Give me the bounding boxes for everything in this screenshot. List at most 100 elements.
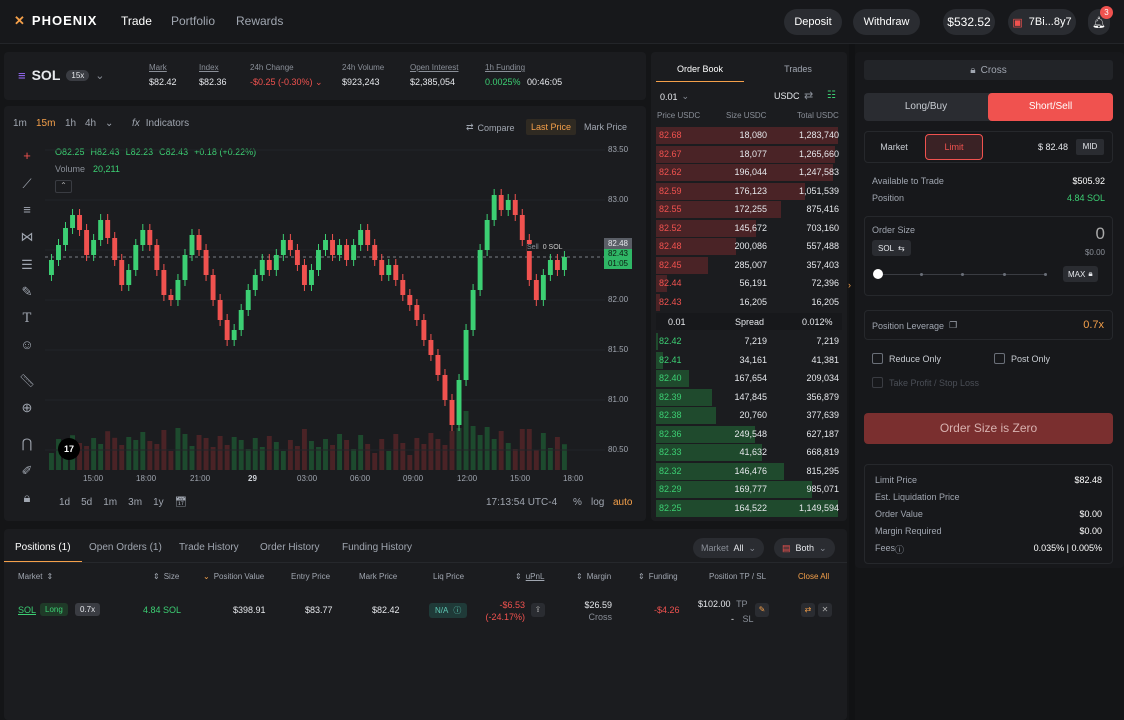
long-buy-button[interactable]: Long/Buy: [864, 93, 988, 121]
ask-row[interactable]: 82.67 18,077 1,265,660: [656, 145, 842, 163]
size-slider-thumb[interactable]: [873, 269, 883, 279]
tab-open-orders[interactable]: Open Orders (1): [89, 542, 162, 553]
bid-row[interactable]: 82.33 41,632 668,819: [656, 444, 842, 461]
ask-row[interactable]: 82.44 56,191 72,396: [656, 275, 842, 292]
pattern-icon[interactable]: ⋈: [17, 229, 37, 249]
bid-row[interactable]: 82.32 146,476 815,295: [656, 462, 842, 480]
mark-price-toggle[interactable]: Mark Price: [584, 122, 627, 132]
swap-icon[interactable]: ⇄: [804, 89, 813, 102]
col-position-value[interactable]: ⌄ Position Value: [203, 572, 264, 581]
col-liq-price[interactable]: Liq Price: [433, 572, 464, 581]
col-margin[interactable]: ⇕ Margin: [576, 572, 611, 581]
tpsl-checkbox[interactable]: [872, 377, 883, 388]
share-pnl-icon[interactable]: ⇪: [531, 603, 545, 617]
col-entry-price[interactable]: Entry Price: [291, 572, 330, 581]
col-upnl[interactable]: ⇕ uPnL: [515, 572, 544, 581]
reverse-position-icon[interactable]: ⇄: [801, 603, 815, 617]
calendar-icon[interactable]: 📅︎: [175, 497, 188, 508]
reduce-only-checkbox[interactable]: [872, 353, 883, 364]
nav-portfolio[interactable]: Portfolio: [171, 14, 215, 28]
short-sell-button[interactable]: Short/Sell: [988, 93, 1113, 121]
tab-order-book[interactable]: Order Book: [656, 64, 744, 74]
bid-row[interactable]: 82.36 249,548 627,187: [656, 425, 842, 443]
post-only-checkbox[interactable]: [994, 353, 1005, 364]
tab-trades[interactable]: Trades: [754, 64, 842, 74]
last-price-toggle[interactable]: Last Price: [526, 119, 577, 135]
range-1y[interactable]: 1y: [153, 497, 164, 508]
bid-row[interactable]: 82.38 20,760 377,639: [656, 407, 842, 424]
lock-icon[interactable]: 🔒︎: [17, 490, 37, 510]
book-layout-icon[interactable]: ☷: [827, 90, 836, 101]
ask-row[interactable]: 82.43 16,205 16,205: [656, 293, 842, 311]
tab-positions[interactable]: Positions (1): [15, 542, 71, 553]
ask-row[interactable]: 82.55 172,255 875,416: [656, 201, 842, 218]
order-type-market[interactable]: Market: [866, 134, 922, 160]
candlestick-chart[interactable]: [45, 140, 605, 470]
ask-row[interactable]: 82.52 145,672 703,160: [656, 219, 842, 237]
market-selector[interactable]: ≡ SOL 15x ⌄: [18, 67, 105, 83]
ask-row[interactable]: 82.59 176,123 1,051,539: [656, 182, 842, 200]
nav-trade[interactable]: Trade: [121, 14, 152, 28]
bid-row[interactable]: 82.42 7,219 7,219: [656, 333, 842, 350]
submit-order-button[interactable]: Order Size is Zero: [864, 413, 1113, 444]
bid-row[interactable]: 82.39 147,845 356,879: [656, 388, 842, 406]
emoji-icon[interactable]: ☺: [17, 337, 37, 357]
trendline-icon[interactable]: ⟋: [17, 176, 37, 196]
limit-price-input[interactable]: $ 82.48: [1000, 142, 1068, 152]
balance-button[interactable]: $532.52: [943, 9, 995, 35]
close-all-button[interactable]: Close All: [798, 572, 829, 581]
currency-toggle[interactable]: USDC: [774, 91, 800, 101]
size-unit-toggle[interactable]: SOL ⇆: [872, 240, 911, 256]
bid-row[interactable]: 82.29 169,777 985,071: [656, 481, 842, 498]
tick-size-select[interactable]: 0.01 ⌄: [660, 91, 689, 102]
edit-tpsl-icon[interactable]: ✎: [755, 603, 769, 617]
col-market[interactable]: Market ⇕: [18, 572, 53, 581]
position-market-link[interactable]: SOL: [18, 605, 36, 615]
withdraw-button[interactable]: Withdraw: [853, 9, 920, 35]
timeframe-1m[interactable]: 1m: [13, 118, 27, 129]
tab-order-history[interactable]: Order History: [260, 542, 319, 553]
brand-logo[interactable]: ✕ PHOENIX: [14, 13, 97, 29]
crosshair-icon[interactable]: +: [17, 148, 37, 168]
fib-retracement-icon[interactable]: ≡: [17, 202, 37, 222]
expand-arrow-icon[interactable]: ›: [848, 280, 851, 290]
order-size-input[interactable]: 0: [1060, 224, 1105, 244]
bid-row[interactable]: 82.40 167,654 209,034: [656, 370, 842, 387]
tab-funding-history[interactable]: Funding History: [342, 542, 412, 553]
ask-row[interactable]: 82.68 18,080 1,283,740: [656, 127, 842, 144]
timeframe-4h[interactable]: 4h: [85, 118, 96, 129]
timeframe-15m[interactable]: 15m: [36, 118, 55, 129]
leverage-value[interactable]: 0.7x: [1060, 319, 1104, 331]
side-filter[interactable]: ▤ Both ⌄: [774, 538, 835, 558]
percent-toggle[interactable]: %: [573, 497, 582, 508]
margin-mode-button[interactable]: 🔒︎ Cross: [864, 60, 1113, 80]
bid-row[interactable]: 82.25 164,522 1,149,594: [656, 499, 842, 517]
log-toggle[interactable]: log: [591, 497, 604, 508]
mid-price-button[interactable]: MID: [1076, 139, 1104, 155]
ask-row[interactable]: 82.62 196,044 1,247,583: [656, 164, 842, 181]
order-type-limit[interactable]: Limit: [925, 134, 983, 160]
bid-row[interactable]: 82.41 34,161 41,381: [656, 351, 842, 369]
market-filter[interactable]: Market All ⌄: [693, 538, 765, 558]
magnet-icon[interactable]: ⋂: [17, 436, 37, 456]
timeframe-dropdown-icon[interactable]: ⌄: [105, 118, 113, 129]
col-mark-price[interactable]: Mark Price: [359, 572, 397, 581]
pencil-lock-icon[interactable]: ✐: [17, 463, 37, 483]
col-funding[interactable]: ⇕ Funding: [638, 572, 678, 581]
tradingview-logo[interactable]: 17: [58, 438, 80, 460]
compare-button[interactable]: ⇄ Compare: [466, 122, 515, 133]
parallel-channel-icon[interactable]: ☰: [17, 257, 37, 277]
nav-rewards[interactable]: Rewards: [236, 14, 283, 28]
wallet-button[interactable]: ▣ 7Bi...8y7: [1008, 9, 1076, 35]
ask-row[interactable]: 82.48 200,086 557,488: [656, 238, 842, 255]
text-tool-icon[interactable]: T: [17, 311, 37, 331]
col-size[interactable]: ⇕ Size: [153, 572, 179, 581]
max-size-button[interactable]: MAX 🔒︎: [1063, 266, 1098, 282]
range-3m[interactable]: 3m: [128, 497, 142, 508]
auto-toggle[interactable]: auto: [613, 497, 632, 508]
zoom-in-icon[interactable]: ⊕: [17, 400, 37, 420]
timeframe-1h[interactable]: 1h: [65, 118, 76, 129]
ask-row[interactable]: 82.45 285,007 357,403: [656, 256, 842, 274]
close-position-icon[interactable]: ✕: [818, 603, 832, 617]
range-5d[interactable]: 5d: [81, 497, 92, 508]
